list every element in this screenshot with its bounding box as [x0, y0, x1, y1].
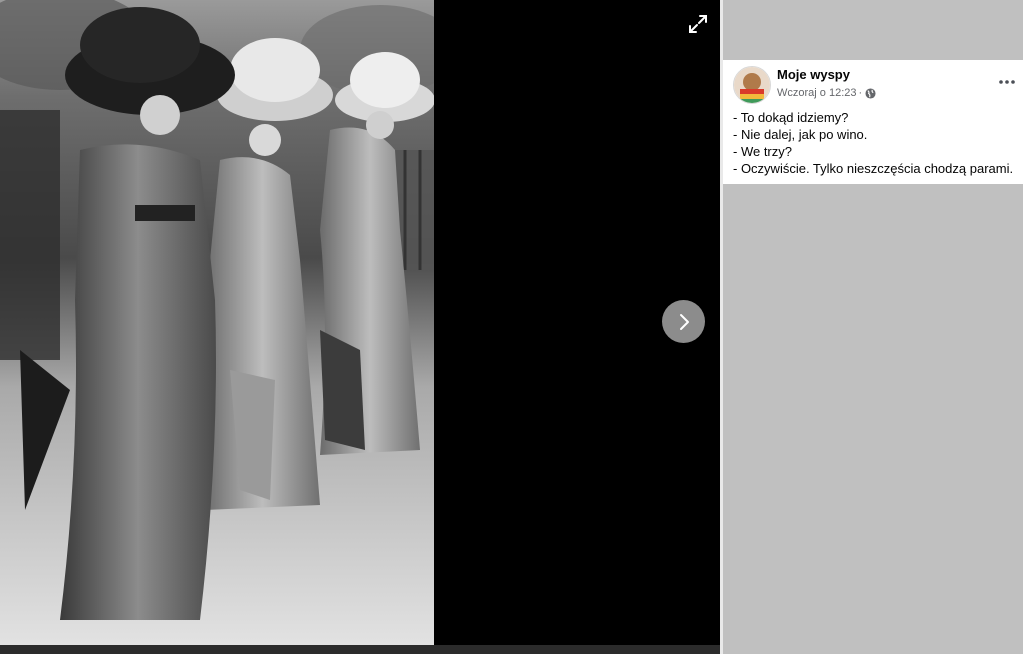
post-text-line: - Nie dalej, jak po wino.	[733, 127, 868, 142]
more-options-button[interactable]	[995, 72, 1019, 92]
post-timestamp[interactable]: Wczoraj o 12:23	[777, 87, 856, 99]
chevron-right-icon	[679, 313, 689, 330]
post-card: Moje wyspy Wczoraj o 12:23 · - To dokąd …	[723, 60, 1023, 184]
expand-icon[interactable]	[686, 12, 710, 36]
author-name[interactable]: Moje wyspy	[777, 67, 850, 82]
post-text-line: - To dokąd idziemy?	[733, 110, 849, 125]
post-meta: Wczoraj o 12:23 ·	[777, 87, 876, 99]
viewer-bottom-bar	[0, 645, 724, 654]
globe-icon	[865, 87, 876, 99]
post-text-line: - We trzy?	[733, 144, 792, 159]
next-photo-button[interactable]	[662, 300, 705, 343]
meta-separator: ·	[858, 87, 863, 99]
more-dots-icon	[999, 80, 1015, 84]
post-text-line: - Oczywiście. Tylko nieszczęścia chodzą …	[733, 161, 1014, 176]
vintage-photo-illustration	[0, 0, 434, 645]
post-photo[interactable]	[0, 0, 434, 645]
post-text: - To dokąd idziemy? - Nie dalej, jak po …	[733, 109, 1013, 177]
avatar[interactable]	[733, 66, 771, 104]
photo-viewer	[0, 0, 720, 654]
